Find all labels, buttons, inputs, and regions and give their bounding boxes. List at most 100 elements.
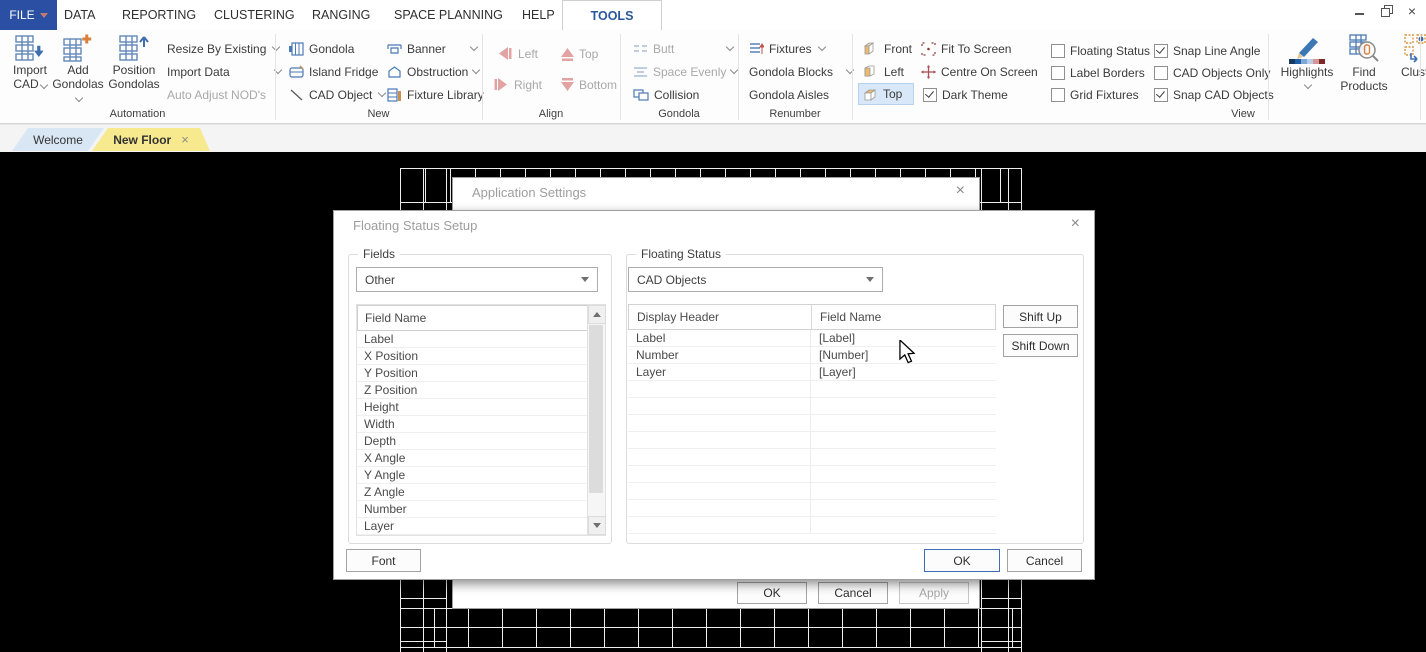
table-row[interactable]: Layer [Layer] xyxy=(628,364,996,381)
highlights-button[interactable]: Highlights xyxy=(1278,33,1336,105)
fields-dropdown[interactable]: Other xyxy=(356,267,598,292)
align-bottom-button[interactable]: Bottom xyxy=(558,74,620,95)
new-cad-object-button[interactable]: CAD Object xyxy=(286,84,388,105)
floating-status-toggle[interactable]: Floating Status xyxy=(1048,40,1153,61)
position-gondolas-button[interactable]: Position Gondolas xyxy=(106,33,162,105)
list-item[interactable]: Height xyxy=(357,399,588,416)
table-row-empty[interactable] xyxy=(628,483,996,500)
list-item[interactable]: Z Position xyxy=(357,382,588,399)
scroll-up-button[interactable] xyxy=(588,305,606,324)
list-item[interactable]: X Position xyxy=(357,348,588,365)
find-products-button[interactable]: Find Products xyxy=(1338,33,1390,105)
list-item[interactable]: Width xyxy=(357,416,588,433)
snap-line-angle-checkbox[interactable] xyxy=(1154,43,1168,58)
ok-button[interactable]: OK xyxy=(924,549,1000,572)
new-gondola-button[interactable]: Gondola xyxy=(286,38,357,59)
restore-button[interactable] xyxy=(1380,5,1393,17)
snap-cad-objects-toggle[interactable]: Snap CAD Objects xyxy=(1151,84,1277,105)
apply-button[interactable]: Apply xyxy=(899,582,969,604)
list-item[interactable]: Layer xyxy=(357,518,588,535)
left-face-icon xyxy=(864,65,875,77)
grid-fixtures-checkbox[interactable] xyxy=(1051,87,1065,102)
cad-object-icon xyxy=(290,89,303,100)
snap-line-angle-toggle[interactable]: Snap Line Angle xyxy=(1151,40,1263,61)
floating-status-checkbox[interactable] xyxy=(1051,43,1065,58)
cancel-button[interactable]: Cancel xyxy=(1007,549,1082,572)
menu-ranging[interactable]: RANGING xyxy=(306,0,376,30)
menu-clustering[interactable]: CLUSTERING xyxy=(208,0,301,30)
minimize-button[interactable] xyxy=(1354,5,1366,17)
floating-status-dropdown[interactable]: CAD Objects xyxy=(628,267,883,292)
renumber-gondola-blocks-button[interactable]: Gondola Blocks xyxy=(746,61,856,82)
field-name-list[interactable]: Field Name Label X Position Y Position Z… xyxy=(356,304,606,536)
import-data-button[interactable]: Import Data xyxy=(164,61,284,82)
list-item[interactable]: Number xyxy=(357,501,588,518)
table-row[interactable]: Label [Label] xyxy=(628,330,996,347)
list-item[interactable]: Label xyxy=(357,331,588,348)
cancel-button[interactable]: Cancel xyxy=(818,582,888,604)
new-fixture-library-button[interactable]: Fixture Library xyxy=(384,84,487,105)
dark-theme-checkbox[interactable] xyxy=(923,87,937,102)
table-row-empty[interactable] xyxy=(628,415,996,432)
renumber-fixtures-button[interactable]: Fixtures xyxy=(746,38,850,59)
list-item[interactable]: Y Position xyxy=(357,365,588,382)
align-top-button[interactable]: Top xyxy=(558,43,601,64)
font-button[interactable]: Font xyxy=(346,549,421,572)
view-top-button[interactable]: Top xyxy=(858,83,914,105)
space-evenly-button[interactable]: Space Evenly xyxy=(630,61,739,82)
renumber-gondola-aisles-button[interactable]: Gondola Aisles xyxy=(746,84,832,105)
cad-objects-only-checkbox[interactable] xyxy=(1154,65,1168,80)
scrollbar[interactable] xyxy=(587,305,606,535)
tab-new-floor[interactable]: New Floor × xyxy=(92,128,210,151)
floating-status-table[interactable]: Display Header Field Name Label [Label] N… xyxy=(628,304,996,534)
new-island-fridge-button[interactable]: Island Fridge xyxy=(286,61,381,82)
new-banner-button[interactable]: Banner xyxy=(384,38,480,59)
file-menu-button[interactable]: FILE xyxy=(0,0,57,30)
view-left-button[interactable]: Left xyxy=(860,61,907,82)
close-dialog-icon[interactable]: × xyxy=(956,183,965,199)
table-row-empty[interactable] xyxy=(628,449,996,466)
table-row-empty[interactable] xyxy=(628,398,996,415)
table-row[interactable]: Number [Number] xyxy=(628,347,996,364)
table-row-empty[interactable] xyxy=(628,432,996,449)
shift-up-button[interactable]: Shift Up xyxy=(1003,305,1078,328)
table-row-empty[interactable] xyxy=(628,466,996,483)
close-window-button[interactable]: × xyxy=(1406,4,1418,18)
list-item[interactable]: Y Angle xyxy=(357,467,588,484)
menu-reporting[interactable]: REPORTING xyxy=(116,0,202,30)
view-front-button[interactable]: Front xyxy=(860,38,915,59)
table-row-empty[interactable] xyxy=(628,381,996,398)
scroll-thumb[interactable] xyxy=(589,325,603,493)
menu-space-planning[interactable]: SPACE PLANNING xyxy=(388,0,509,30)
shift-down-button[interactable]: Shift Down xyxy=(1003,334,1078,357)
list-item[interactable]: Z Angle xyxy=(357,484,588,501)
snap-cad-objects-checkbox[interactable] xyxy=(1154,87,1168,102)
auto-adjust-nods-button[interactable]: Auto Adjust NOD's xyxy=(164,84,269,105)
table-row-empty[interactable] xyxy=(628,517,996,534)
align-left-button[interactable]: Left xyxy=(494,43,541,64)
centre-on-screen-button[interactable]: Centre On Screen xyxy=(918,61,1041,82)
add-gondolas-button[interactable]: Add Gondolas xyxy=(50,33,106,105)
menu-help[interactable]: HELP xyxy=(516,0,561,30)
label-borders-toggle[interactable]: Label Borders xyxy=(1048,62,1148,83)
close-dialog-icon[interactable]: × xyxy=(1071,216,1080,232)
collision-button[interactable]: Collision xyxy=(630,84,702,105)
cad-objects-only-toggle[interactable]: CAD Objects Only xyxy=(1151,62,1273,83)
grid-fixtures-toggle[interactable]: Grid Fixtures xyxy=(1048,84,1142,105)
label-borders-checkbox[interactable] xyxy=(1051,65,1065,80)
menu-tools-active-tab[interactable]: TOOLS xyxy=(562,0,662,31)
list-item[interactable]: X Angle xyxy=(357,450,588,467)
list-item[interactable]: Depth xyxy=(357,433,588,450)
scroll-down-button[interactable] xyxy=(588,516,606,535)
align-right-button[interactable]: Right xyxy=(490,74,545,95)
new-obstruction-button[interactable]: Obstruction xyxy=(384,61,481,82)
fit-to-screen-button[interactable]: Fit To Screen xyxy=(918,38,1014,59)
butt-button[interactable]: Butt xyxy=(630,38,736,59)
resize-by-existing-button[interactable]: Resize By Existing xyxy=(164,38,282,59)
ok-button[interactable]: OK xyxy=(737,582,807,604)
menu-data[interactable]: DATA xyxy=(58,0,101,30)
dark-theme-toggle[interactable]: Dark Theme xyxy=(920,84,1011,105)
close-tab-icon[interactable]: × xyxy=(181,132,189,147)
table-row-empty[interactable] xyxy=(628,500,996,517)
tab-welcome[interactable]: Welcome xyxy=(12,128,104,151)
